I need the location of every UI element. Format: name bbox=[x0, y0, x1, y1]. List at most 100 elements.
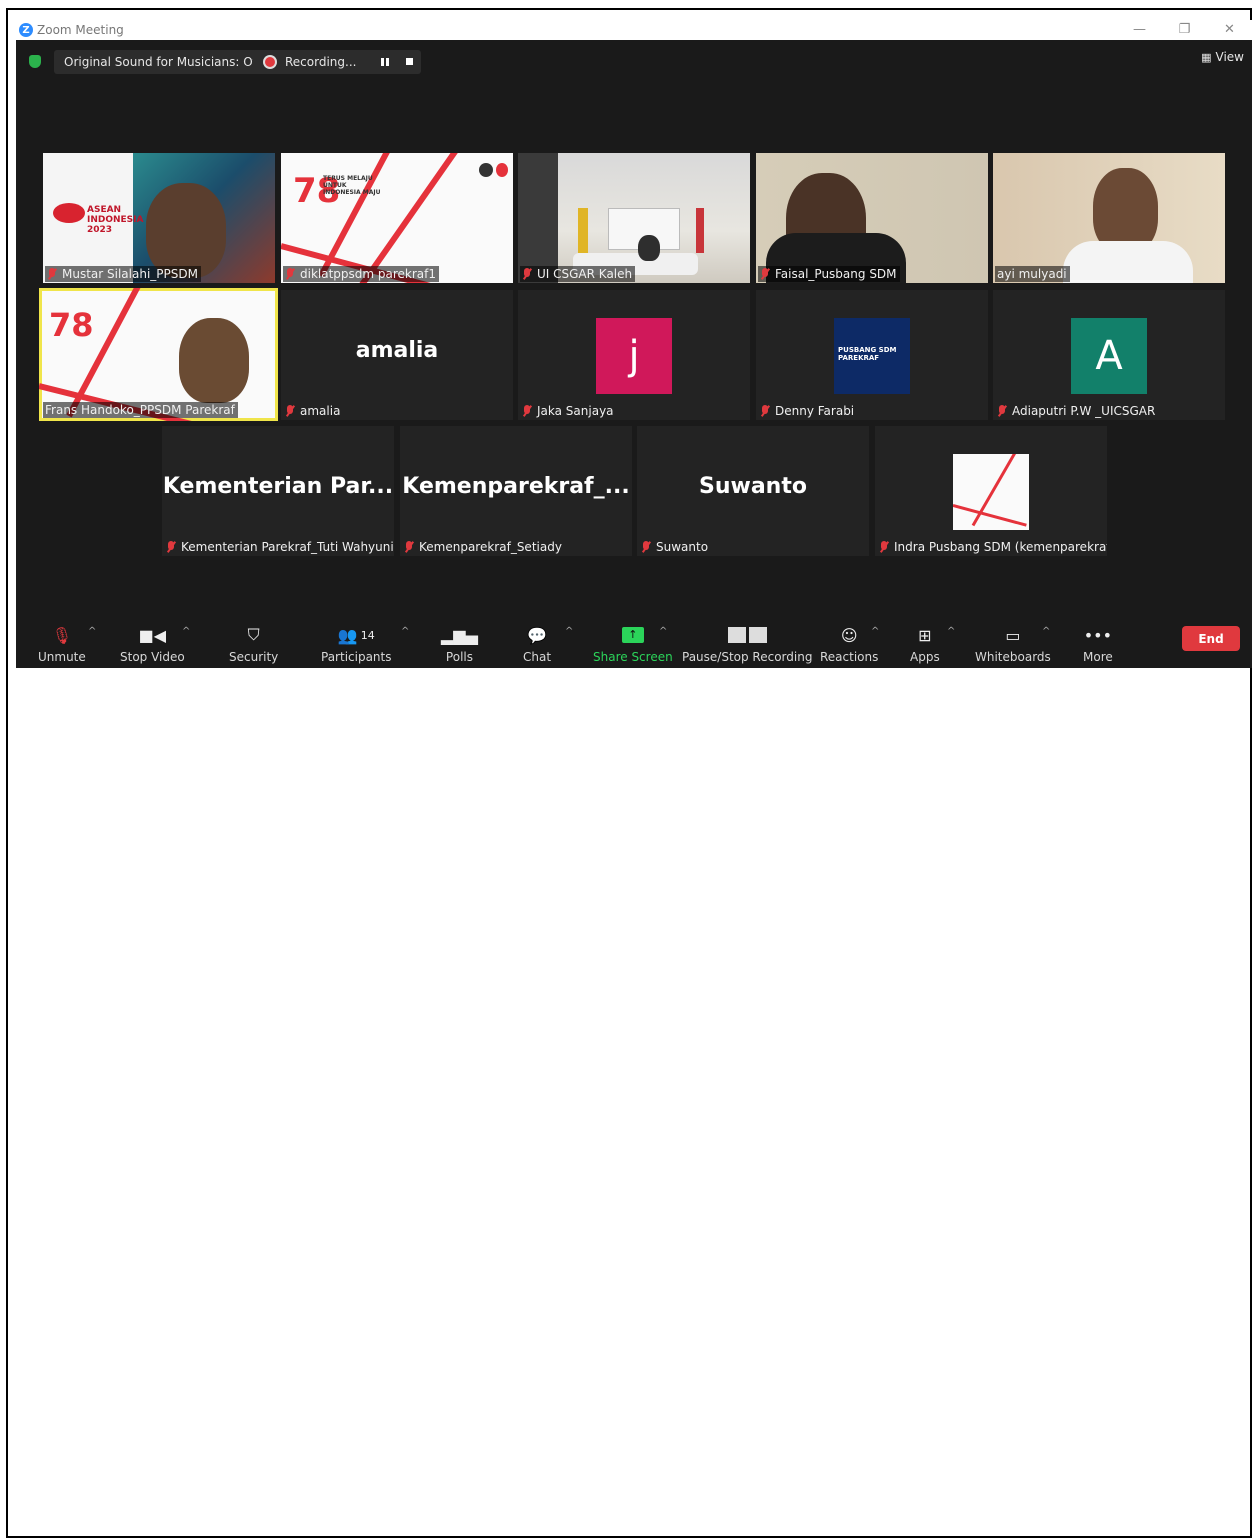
participant-tile[interactable]: amalia amalia bbox=[281, 290, 513, 420]
chat-label: Chat bbox=[523, 650, 552, 664]
anniversary-78-logo: 78 bbox=[49, 306, 94, 344]
participant-avatar: j bbox=[596, 318, 672, 394]
profile-image-text: PUSBANG SDM PAREKRAF bbox=[838, 346, 897, 362]
participant-tile[interactable]: UI CSGAR Kaleh bbox=[518, 153, 750, 283]
apps-button[interactable]: ⊞ Apps bbox=[910, 623, 940, 665]
share-options-chevron-icon[interactable]: ^ bbox=[659, 626, 667, 637]
more-dots-icon: ••• bbox=[1083, 625, 1113, 645]
participant-name: Mustar Silalahi_PPSDM bbox=[62, 267, 198, 281]
chat-bubble-icon: 💬 bbox=[527, 625, 547, 645]
bar-chart-icon: ▂▆▄ bbox=[441, 625, 478, 645]
security-button[interactable]: ⛉ Security bbox=[229, 623, 278, 664]
participant-name: Denny Farabi bbox=[775, 404, 855, 418]
muted-mic-icon bbox=[47, 268, 57, 280]
participant-nametag: Adiaputri P.W _UICSGAR bbox=[995, 403, 1158, 419]
participant-profile-image: PUSBANG SDM PAREKRAF bbox=[834, 318, 910, 394]
video-camera-icon: ■◀ bbox=[138, 625, 167, 645]
unmute-label: Unmute bbox=[38, 650, 86, 664]
whiteboards-label: Whiteboards bbox=[975, 650, 1051, 664]
muted-mic-icon bbox=[285, 405, 295, 417]
participants-button[interactable]: 👥 14 Participants bbox=[321, 623, 392, 665]
muted-mic-icon bbox=[522, 268, 532, 280]
muted-mic-icon bbox=[997, 405, 1007, 417]
polls-button[interactable]: ▂▆▄ Polls bbox=[441, 623, 478, 665]
participant-nametag: UI CSGAR Kaleh bbox=[520, 266, 636, 282]
meeting-top-bar: Original Sound for Musicians: Off Record… bbox=[16, 42, 1252, 82]
chat-options-chevron-icon[interactable]: ^ bbox=[565, 626, 573, 637]
more-button[interactable]: ••• More bbox=[1083, 623, 1113, 665]
participant-name: Kementerian Parekraf_Tuti Wahyuni bbox=[181, 540, 394, 554]
grid-view-icon: ▦ bbox=[1201, 50, 1212, 64]
polls-label: Polls bbox=[445, 650, 473, 664]
video-options-chevron-icon[interactable]: ^ bbox=[182, 626, 190, 637]
stop-recording-icon[interactable] bbox=[406, 58, 413, 65]
participant-name: UI CSGAR Kaleh bbox=[537, 267, 633, 281]
recording-dot-icon bbox=[265, 57, 275, 67]
whiteboards-button[interactable]: ▭ Whiteboards bbox=[975, 623, 1051, 665]
banner-text: ASEAN INDONESIA 2023 bbox=[87, 205, 144, 235]
unmute-button[interactable]: 🎙 Unmute bbox=[38, 623, 86, 665]
participant-nametag: Denny Farabi bbox=[758, 403, 857, 419]
pause-stop-icon bbox=[682, 623, 812, 647]
chat-button[interactable]: 💬 Chat bbox=[523, 623, 552, 665]
participant-name: Adiaputri P.W _UICSGAR bbox=[1012, 404, 1156, 418]
view-button[interactable]: ▦ View bbox=[1201, 50, 1244, 64]
participant-tile[interactable]: Indra Pusbang SDM (kemenparekraf) bbox=[875, 426, 1107, 556]
participant-nametag: Mustar Silalahi_PPSDM bbox=[45, 266, 201, 282]
active-speaker-tile[interactable]: 78 Frans Handoko_PPSDM Parekraf bbox=[39, 288, 278, 421]
participant-tile[interactable]: PUSBANG SDM PAREKRAF Denny Farabi bbox=[756, 290, 988, 420]
participants-options-chevron-icon[interactable]: ^ bbox=[401, 626, 409, 637]
reactions-button[interactable]: ☺ Reactions bbox=[820, 623, 879, 665]
stop-video-label: Stop Video bbox=[120, 650, 185, 664]
participant-tile[interactable]: Suwanto Suwanto bbox=[637, 426, 869, 556]
view-label: View bbox=[1215, 50, 1244, 64]
participant-tile[interactable]: ASEAN INDONESIA 2023 Mustar Silalahi_PPS… bbox=[43, 153, 275, 283]
participant-nametag: Indra Pusbang SDM (kemenparekraf) bbox=[877, 539, 1107, 555]
muted-mic-icon bbox=[166, 541, 176, 553]
apps-icon: ⊞ bbox=[918, 625, 932, 645]
banner-text: TERUS MELAJU UNTUK INDONESIA MAJU bbox=[323, 175, 381, 196]
reactions-options-chevron-icon[interactable]: ^ bbox=[871, 626, 879, 637]
participant-display-name: Kementerian Par... bbox=[162, 474, 394, 499]
title-bar: Z Zoom Meeting — ❐ ✕ bbox=[16, 20, 1252, 40]
encryption-shield-icon[interactable] bbox=[29, 55, 41, 68]
participant-display-name: amalia bbox=[355, 338, 439, 363]
participant-tile[interactable]: Kementerian Par... Kementerian Parekraf_… bbox=[162, 426, 394, 556]
participant-tile[interactable]: 78 TERUS MELAJU UNTUK INDONESIA MAJU dik… bbox=[281, 153, 513, 283]
pause-recording-icon[interactable] bbox=[381, 58, 389, 66]
muted-mic-icon bbox=[522, 405, 532, 417]
smiley-plus-icon: ☺ bbox=[840, 625, 858, 645]
participant-tile[interactable]: ayi mulyadi bbox=[993, 153, 1225, 283]
participant-tile[interactable]: A Adiaputri P.W _UICSGAR bbox=[993, 290, 1225, 420]
end-meeting-button[interactable]: End bbox=[1182, 626, 1240, 651]
zoom-logo-icon: Z bbox=[19, 23, 33, 37]
participant-name: amalia bbox=[300, 404, 341, 418]
participant-nametag: Kemenparekraf_Setiady bbox=[402, 539, 565, 555]
audio-options-chevron-icon[interactable]: ^ bbox=[88, 626, 96, 637]
participant-name: Kemenparekraf_Setiady bbox=[419, 540, 562, 554]
muted-mic-icon bbox=[404, 541, 414, 553]
participant-tile[interactable]: Faisal_Pusbang SDM bbox=[756, 153, 988, 283]
participants-label: Participants bbox=[321, 650, 392, 664]
participant-tile[interactable]: j Jaka Sanjaya bbox=[518, 290, 750, 420]
participants-icon: 👥 14 bbox=[337, 625, 375, 645]
more-label: More bbox=[1083, 650, 1113, 664]
participant-name: Jaka Sanjaya bbox=[537, 404, 614, 418]
stop-video-button[interactable]: ■◀ Stop Video bbox=[120, 623, 185, 665]
original-sound-button[interactable]: Original Sound for Musicians: Off bbox=[54, 50, 271, 74]
meeting-toolbar: 🎙 Unmute ^ ■◀ Stop Video ^ ⛉ Security 👥 1… bbox=[16, 614, 1252, 668]
pause-stop-recording-button[interactable]: Pause/Stop Recording bbox=[682, 623, 812, 664]
muted-mic-icon bbox=[760, 268, 770, 280]
restore-button[interactable]: ❐ bbox=[1162, 20, 1207, 40]
close-button[interactable]: ✕ bbox=[1207, 20, 1252, 40]
apps-options-chevron-icon[interactable]: ^ bbox=[947, 626, 955, 637]
participant-display-name: Suwanto bbox=[699, 474, 807, 499]
participant-tile[interactable]: Kemenparekraf_... Kemenparekraf_Setiady bbox=[400, 426, 632, 556]
whiteboards-options-chevron-icon[interactable]: ^ bbox=[1042, 626, 1050, 637]
participant-display-name: Kemenparekraf_... bbox=[402, 474, 630, 499]
reactions-label: Reactions bbox=[820, 650, 879, 664]
muted-microphone-icon: 🎙 bbox=[51, 625, 73, 645]
minimize-button[interactable]: — bbox=[1117, 20, 1162, 40]
muted-mic-icon bbox=[879, 541, 889, 553]
apps-label: Apps bbox=[910, 650, 940, 664]
